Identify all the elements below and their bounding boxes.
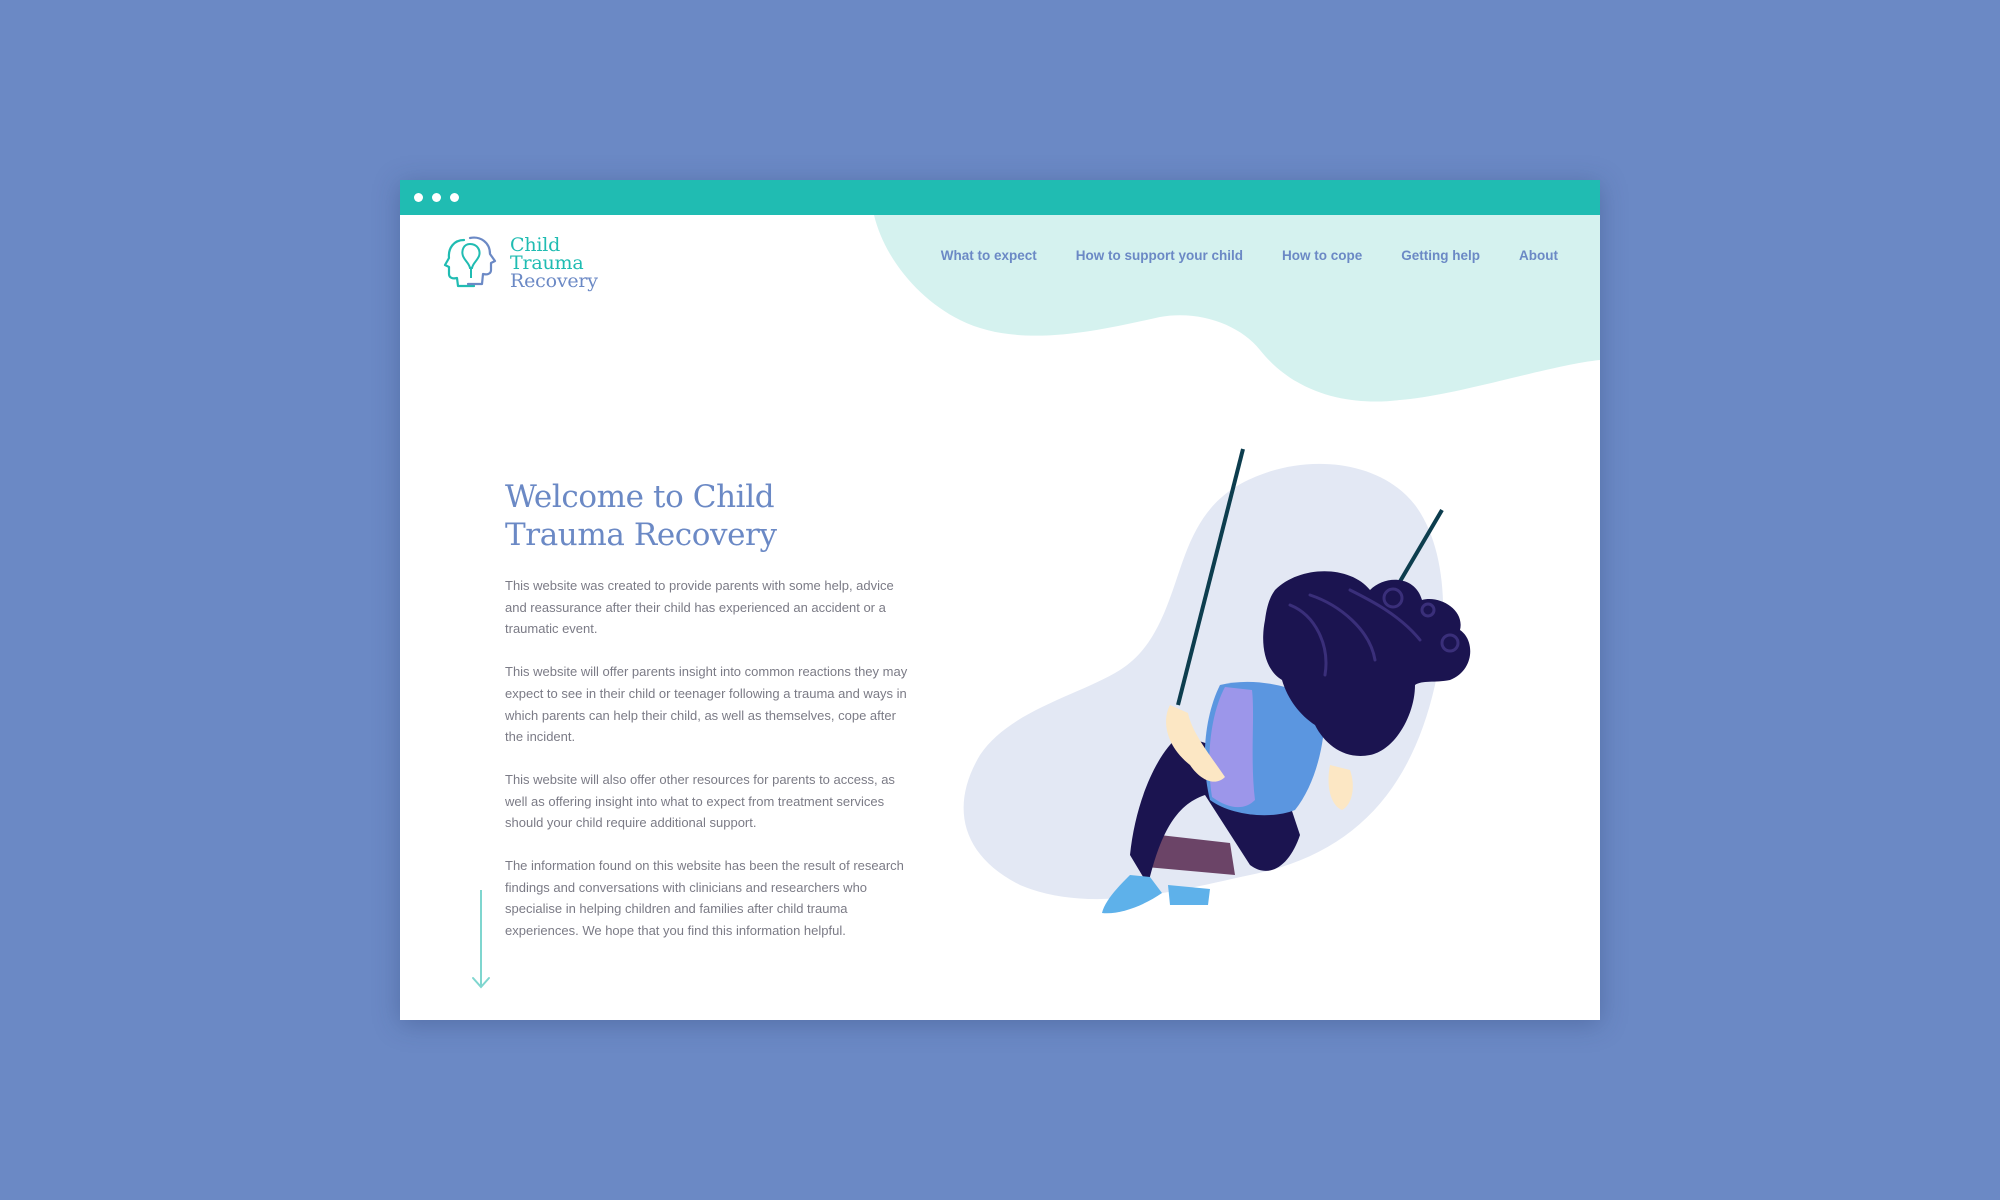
window-titlebar bbox=[400, 180, 1600, 215]
nav-item-what-to-expect[interactable]: What to expect bbox=[941, 248, 1037, 263]
page-title-line: Welcome to Child bbox=[505, 479, 775, 515]
shoe bbox=[1168, 885, 1210, 905]
intro-paragraph: The information found on this website ha… bbox=[505, 858, 904, 939]
arrow-down-icon[interactable] bbox=[470, 886, 492, 992]
hero-content: Welcome to Child Trauma Recovery This we… bbox=[505, 478, 915, 963]
heads-profile-icon bbox=[443, 236, 497, 288]
nav-item-how-to-cope[interactable]: How to cope bbox=[1282, 248, 1362, 263]
intro-paragraph: This website was created to provide pare… bbox=[505, 578, 894, 637]
intro-paragraph: This website will offer parents insight … bbox=[505, 664, 908, 745]
window-control-dot[interactable] bbox=[450, 193, 459, 202]
nav-item-about[interactable]: About bbox=[1519, 248, 1558, 263]
window-control-dot[interactable] bbox=[414, 193, 423, 202]
page-title-line: Trauma Recovery bbox=[505, 517, 777, 553]
window-control-dot[interactable] bbox=[432, 193, 441, 202]
logo-text-line: Recovery bbox=[510, 270, 598, 292]
logo-wordmark: Child Trauma Recovery bbox=[510, 236, 598, 292]
page-title: Welcome to Child Trauma Recovery bbox=[505, 478, 915, 554]
girl-on-swing-illustration bbox=[963, 448, 1471, 914]
intro-paragraph: This website will also offer other resou… bbox=[505, 771, 895, 831]
site-logo[interactable]: Child Trauma Recovery bbox=[442, 232, 598, 294]
browser-window: Child Trauma Recovery What to expect How… bbox=[400, 180, 1600, 1020]
main-navigation: What to expect How to support your child… bbox=[941, 248, 1558, 263]
nav-item-how-to-support-your-child[interactable]: How to support your child bbox=[1076, 248, 1243, 263]
nav-item-getting-help[interactable]: Getting help bbox=[1401, 248, 1480, 263]
